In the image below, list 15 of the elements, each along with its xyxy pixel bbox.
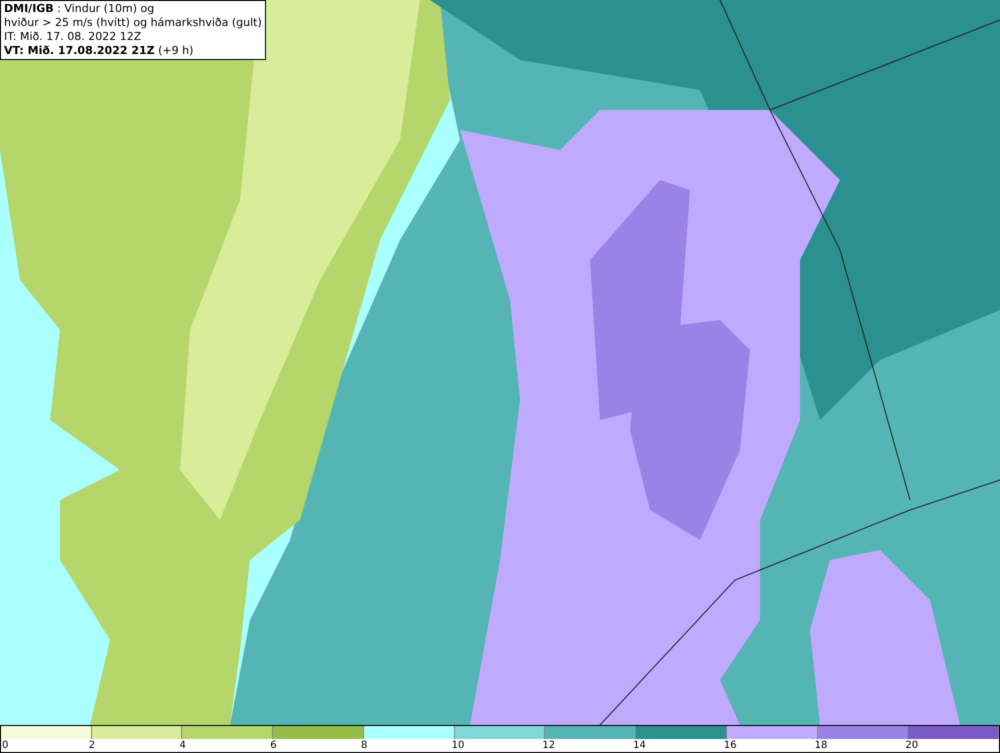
legend-label: 8 (360, 739, 368, 752)
title-line: DMI/IGB : Vindur (10m) og (4, 2, 156, 16)
title-line: IT: Mið. 17. 08. 2022 12Z (4, 30, 142, 44)
legend-label: 2 (88, 739, 96, 752)
title-line: hviður > 25 m/s (hvítt) og hámarkshviða (gult) (4, 16, 262, 30)
legend-label: 6 (270, 739, 277, 752)
title-line: VT: Mið. 17.08.2022 21Z (+9 h) (4, 44, 194, 58)
legend-label: 0 (2, 739, 8, 752)
legend-label: 16 (724, 739, 737, 752)
legend-label: 12 (542, 739, 556, 752)
legend-label: 4 (179, 739, 186, 752)
legend-label: 14 (633, 739, 646, 752)
legend-label: 10 (452, 739, 464, 752)
legend-label: 20 (905, 739, 918, 752)
legend-label: 18 (814, 739, 828, 752)
